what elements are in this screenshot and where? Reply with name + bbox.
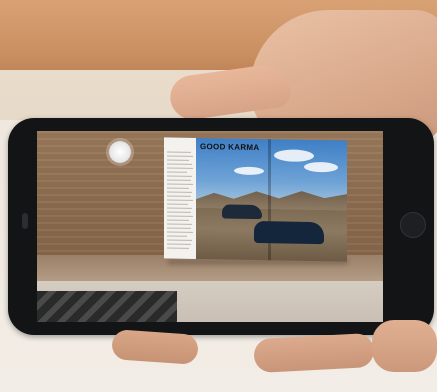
phone-speaker <box>22 213 28 229</box>
phone-screen: GOOD KARMA <box>37 131 383 322</box>
home-button[interactable] <box>400 212 426 238</box>
car-right <box>254 220 324 245</box>
finger <box>372 320 437 372</box>
finger <box>253 332 375 374</box>
car-left <box>222 204 262 220</box>
striped-rug <box>37 291 177 322</box>
magazine-spread: GOOD KARMA <box>164 137 347 262</box>
magazine-headline: GOOD KARMA <box>200 142 260 153</box>
photo-scene: GOOD KARMA <box>0 0 437 392</box>
shutter-icon[interactable] <box>109 141 131 163</box>
finger <box>111 329 199 365</box>
magazine-text-column <box>164 137 196 259</box>
